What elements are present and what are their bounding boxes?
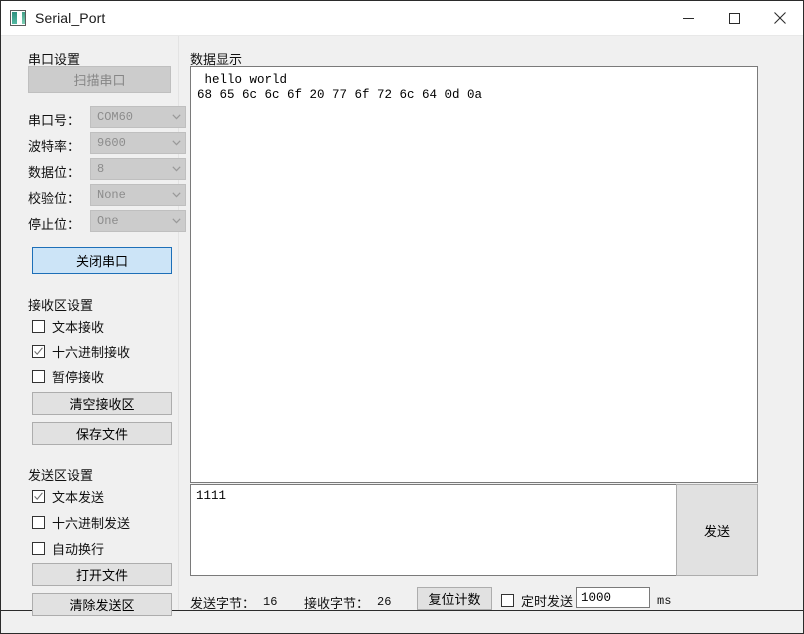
data-bits-combobox[interactable]: 8 xyxy=(90,158,186,180)
hex-receive-label: 十六进制接收 xyxy=(52,345,131,360)
text-send-checkbox[interactable]: 文本发送 xyxy=(32,487,104,506)
receive-settings-group-label: 接收区设置 xyxy=(28,298,94,313)
baud-rate-value: 9600 xyxy=(97,136,126,150)
checkbox-unchecked-icon xyxy=(32,320,45,333)
open-file-button[interactable]: 打开文件 xyxy=(32,563,172,586)
pause-receive-label: 暂停接收 xyxy=(52,370,105,385)
hex-send-label: 十六进制发送 xyxy=(52,516,131,531)
serial-port-window: Serial_Port 串口设置 扫描串口 串口号： COM60 波特率： 96… xyxy=(0,0,804,634)
right-display-panel: 数据显示 hello world 68 65 6c 6c 6f 20 77 6f… xyxy=(179,36,803,611)
received-bytes-value: 26 xyxy=(377,595,392,609)
close-port-button[interactable]: 关闭串口 xyxy=(32,247,172,274)
pause-receive-checkbox[interactable]: 暂停接收 xyxy=(32,367,104,386)
left-control-panel: 串口设置 扫描串口 串口号： COM60 波特率： 9600 数据位： 8 校验… xyxy=(1,36,186,616)
maximize-button[interactable] xyxy=(711,2,757,35)
checkbox-unchecked-icon xyxy=(501,594,514,607)
main-content: 串口设置 扫描串口 串口号： COM60 波特率： 9600 数据位： 8 校验… xyxy=(1,36,803,616)
text-send-label: 文本发送 xyxy=(52,490,105,505)
window-title: Serial_Port xyxy=(35,10,106,26)
checkbox-unchecked-icon xyxy=(32,370,45,383)
clear-receive-button[interactable]: 清空接收区 xyxy=(32,392,172,415)
stop-bits-label: 停止位： xyxy=(28,217,81,232)
app-icon xyxy=(10,10,26,26)
sent-bytes-value: 16 xyxy=(263,595,278,609)
scan-ports-button[interactable]: 扫描串口 xyxy=(28,66,171,93)
parity-combobox[interactable]: None xyxy=(90,184,186,206)
interval-unit-label: ms xyxy=(657,594,672,608)
save-file-button[interactable]: 保存文件 xyxy=(32,422,172,445)
send-textarea[interactable]: 1111 xyxy=(190,484,678,576)
checkbox-checked-icon xyxy=(32,345,45,358)
title-bar: Serial_Port xyxy=(1,1,803,36)
checkbox-unchecked-icon xyxy=(32,516,45,529)
baud-rate-label: 波特率： xyxy=(28,139,81,154)
close-button[interactable] xyxy=(757,2,803,35)
sent-bytes-label: 发送字节： xyxy=(190,596,256,611)
data-display-textarea[interactable]: hello world 68 65 6c 6c 6f 20 77 6f 72 6… xyxy=(190,66,758,483)
send-settings-group-label: 发送区设置 xyxy=(28,468,94,483)
data-bits-value: 8 xyxy=(97,162,105,176)
minimize-button[interactable] xyxy=(665,2,711,35)
port-number-label: 串口号： xyxy=(28,113,81,128)
hex-receive-checkbox[interactable]: 十六进制接收 xyxy=(32,342,130,361)
hex-send-checkbox[interactable]: 十六进制发送 xyxy=(32,513,130,532)
port-number-value: COM60 xyxy=(97,110,134,124)
send-content: 1111 xyxy=(196,489,227,503)
port-number-combobox[interactable]: COM60 xyxy=(90,106,186,128)
send-button[interactable]: 发送 xyxy=(676,484,758,576)
stop-bits-value: One xyxy=(97,214,119,228)
checkbox-unchecked-icon xyxy=(32,542,45,555)
received-bytes-label: 接收字节： xyxy=(304,596,370,611)
stop-bits-combobox[interactable]: One xyxy=(90,210,186,232)
text-receive-checkbox[interactable]: 文本接收 xyxy=(32,317,104,336)
data-display-content: hello world 68 65 6c 6c 6f 20 77 6f 72 6… xyxy=(197,73,483,102)
reset-counter-button[interactable]: 复位计数 xyxy=(417,587,492,610)
data-bits-label: 数据位： xyxy=(28,165,81,180)
parity-label: 校验位： xyxy=(28,191,81,206)
checkbox-checked-icon xyxy=(32,490,45,503)
parity-value: None xyxy=(97,188,126,202)
timed-send-checkbox[interactable]: 定时发送 xyxy=(501,591,573,610)
auto-newline-checkbox[interactable]: 自动换行 xyxy=(32,539,104,558)
send-interval-input[interactable]: 1000 xyxy=(576,587,650,608)
text-receive-label: 文本接收 xyxy=(52,320,105,335)
timed-send-label: 定时发送 xyxy=(521,594,574,609)
clear-send-button[interactable]: 清除发送区 xyxy=(32,593,172,616)
auto-newline-label: 自动换行 xyxy=(52,542,105,557)
baud-rate-combobox[interactable]: 9600 xyxy=(90,132,186,154)
